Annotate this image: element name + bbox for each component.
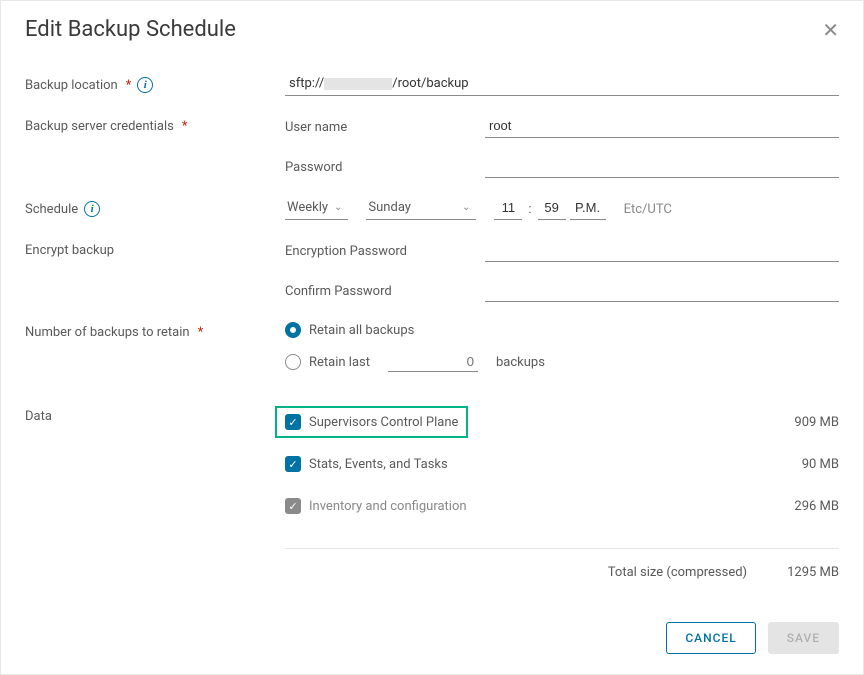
ampm-input[interactable] [570, 198, 606, 220]
data-label: Data [25, 406, 285, 424]
password-label: Password [285, 160, 485, 175]
data-item-label: Stats, Events, and Tasks [309, 457, 448, 472]
close-icon[interactable]: ✕ [822, 20, 839, 40]
frequency-select[interactable]: Weekly ⌄ [285, 198, 348, 220]
required-asterisk: * [126, 78, 132, 93]
dialog-footer: CANCEL SAVE [666, 622, 839, 654]
encrypt-label: Encrypt backup [25, 240, 285, 258]
radio-unchecked-icon [285, 354, 301, 370]
backup-location-label: Backup location * i [25, 74, 285, 93]
backup-location-input[interactable]: sftp:// /root/backup [285, 74, 839, 96]
radio-checked-icon [285, 322, 301, 338]
confirm-password-label: Confirm Password [285, 284, 485, 299]
edit-backup-schedule-dialog: Edit Backup Schedule ✕ Backup location *… [0, 0, 864, 675]
info-icon[interactable]: i [137, 77, 153, 93]
schedule-label: Schedule i [25, 198, 285, 217]
password-input[interactable] [485, 156, 839, 178]
required-asterisk: * [182, 119, 188, 134]
retain-last-option[interactable]: Retain last backups [285, 352, 839, 372]
total-size-label: Total size (compressed) [608, 565, 747, 580]
data-item-size: 909 MB [794, 415, 839, 430]
retain-label: Number of backups to retain * [25, 322, 285, 340]
total-size-row: Total size (compressed) 1295 MB [285, 548, 839, 580]
save-button: SAVE [768, 622, 839, 654]
dialog-body: Backup location * i sftp:// /root/backup… [1, 50, 863, 580]
dialog-title: Edit Backup Schedule [25, 17, 236, 42]
redacted-host [324, 78, 392, 90]
enc-password-label: Encryption Password [285, 244, 485, 259]
chevron-down-icon: ⌄ [462, 202, 470, 213]
data-item-label: Inventory and configuration [309, 499, 467, 514]
total-size-value: 1295 MB [787, 565, 839, 580]
data-item-stats: ✓ Stats, Events, and Tasks 90 MB [285, 448, 839, 480]
cancel-button[interactable]: CANCEL [666, 622, 755, 654]
day-select[interactable]: Sunday ⌄ [366, 198, 476, 220]
username-label: User name [285, 120, 485, 135]
required-asterisk: * [198, 325, 204, 340]
data-item-inventory: ✓ Inventory and configuration 296 MB [285, 490, 839, 522]
confirm-password-input[interactable] [485, 280, 839, 302]
minute-input[interactable] [538, 198, 566, 220]
timezone-text: Etc/UTC [624, 202, 672, 217]
data-item-supervisors: ✓ Supervisors Control Plane 909 MB [285, 406, 839, 438]
highlight-box: ✓ Supervisors Control Plane [275, 406, 468, 438]
data-item-size: 296 MB [794, 499, 839, 514]
checkbox-disabled-icon: ✓ [285, 498, 301, 514]
data-item-size: 90 MB [802, 457, 839, 472]
chevron-down-icon: ⌄ [334, 202, 342, 213]
credentials-label: Backup server credentials * [25, 116, 285, 134]
data-item-label: Supervisors Control Plane [309, 415, 458, 430]
hour-input[interactable] [494, 198, 522, 220]
retain-all-option[interactable]: Retain all backups [285, 322, 839, 338]
encryption-password-input[interactable] [485, 240, 839, 262]
username-input[interactable] [485, 116, 839, 138]
retain-last-count-input[interactable] [388, 352, 478, 372]
info-icon[interactable]: i [84, 201, 100, 217]
checkbox-checked-icon[interactable]: ✓ [285, 456, 301, 472]
checkbox-checked-icon[interactable]: ✓ [285, 414, 301, 430]
dialog-header: Edit Backup Schedule ✕ [1, 1, 863, 50]
